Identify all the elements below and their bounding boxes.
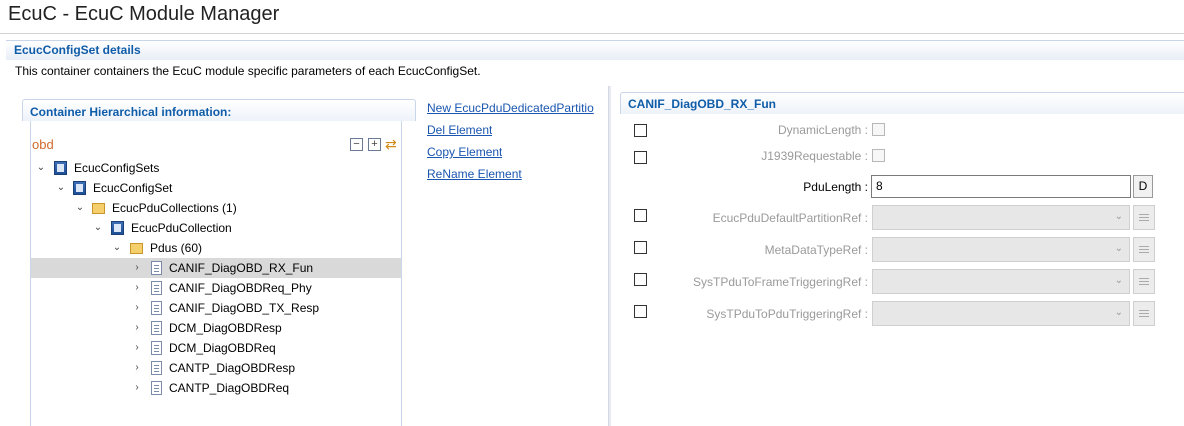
chevron-down-icon[interactable]: ⌄ xyxy=(74,200,86,216)
pdu-triggering-ref-checkbox[interactable] xyxy=(634,305,647,318)
hierarchy-title: Container Hierarchical information: xyxy=(30,105,232,119)
chevron-right-icon[interactable]: › xyxy=(131,320,143,336)
chevron-right-icon[interactable]: › xyxy=(131,380,143,396)
default-partition-ref-checkbox[interactable] xyxy=(634,209,647,222)
tree-item-label: CANIF_DiagOBD_RX_Fun xyxy=(169,261,314,275)
tree-item[interactable]: › DCM_DiagOBDReq xyxy=(31,338,401,358)
tree-item-label: CANTP_DiagOBDResp xyxy=(169,361,296,375)
tree-item[interactable]: › CANTP_DiagOBDResp xyxy=(31,358,401,378)
frame-triggering-ref-select[interactable]: ⌄ xyxy=(872,269,1130,294)
dynamic-length-label: DynamicLength : xyxy=(777,123,868,137)
tree-item-label: Pdus (60) xyxy=(150,241,203,255)
dynamic-length-enable-checkbox[interactable] xyxy=(634,124,647,137)
pdu-length-default-button[interactable]: D xyxy=(1133,175,1153,198)
tree-item-label: EcucPduCollection xyxy=(131,221,232,235)
container-icon xyxy=(54,161,67,175)
tree-item-label: CANIF_DiagOBDReq_Phy xyxy=(169,281,312,295)
tree-item[interactable]: › CANIF_DiagOBD_TX_Resp xyxy=(31,298,401,318)
tree-item-label: DCM_DiagOBDResp xyxy=(169,321,282,335)
document-icon xyxy=(151,301,162,315)
folder-icon xyxy=(130,243,143,254)
tree-item[interactable]: › CANTP_DiagOBDReq xyxy=(31,378,401,398)
tree-item-label: EcucConfigSets xyxy=(74,161,160,175)
pdu-title: CANIF_DiagOBD_RX_Fun xyxy=(628,97,777,111)
chevron-down-icon[interactable]: ⌄ xyxy=(35,160,47,176)
j1939-requestable-enable-checkbox[interactable] xyxy=(634,151,647,164)
chevron-down-icon[interactable]: ⌄ xyxy=(92,220,104,236)
panel-splitter[interactable] xyxy=(608,86,611,426)
tree-item[interactable]: › CANIF_DiagOBDReq_Phy xyxy=(31,278,401,298)
chevron-down-icon: ⌄ xyxy=(1114,211,1123,222)
frame-triggering-ref-label: SysTPduToFrameTriggeringRef : xyxy=(693,275,868,289)
delete-element-link[interactable]: Del Element xyxy=(427,123,492,137)
document-icon xyxy=(151,281,162,295)
chevron-right-icon[interactable]: › xyxy=(131,260,143,276)
document-icon xyxy=(151,361,162,375)
default-partition-ref-select[interactable]: ⌄ xyxy=(872,205,1130,230)
new-element-link[interactable]: New EcucPduDedicatedPartitio xyxy=(427,101,607,115)
tree-item-selected[interactable]: › CANIF_DiagOBD_RX_Fun xyxy=(31,258,401,278)
list-icon[interactable] xyxy=(1133,205,1155,230)
frame-triggering-ref-checkbox[interactable] xyxy=(634,273,647,286)
list-icon[interactable] xyxy=(1133,301,1155,326)
meta-data-type-ref-select[interactable]: ⌄ xyxy=(872,237,1130,262)
chevron-down-icon: ⌄ xyxy=(1114,275,1123,286)
tree-item[interactable]: ⌄ EcucConfigSet xyxy=(31,178,401,198)
container-tree[interactable]: ⌄ EcucConfigSets ⌄ EcucConfigSet ⌄ EcucP… xyxy=(31,158,401,398)
document-icon xyxy=(151,341,162,355)
chevron-right-icon[interactable]: › xyxy=(131,360,143,376)
chevron-right-icon[interactable]: › xyxy=(131,300,143,316)
tree-item-label: CANTP_DiagOBDReq xyxy=(169,381,290,395)
pdu-triggering-ref-select[interactable]: ⌄ xyxy=(872,301,1130,326)
j1939-requestable-label: J1939Requestable : xyxy=(761,149,868,163)
hierarchy-section-header: Container Hierarchical information: xyxy=(22,99,416,121)
tree-item-label: EcucConfigSet xyxy=(93,181,173,195)
chevron-right-icon[interactable]: › xyxy=(131,340,143,356)
details-title: EcucConfigSet details xyxy=(14,43,141,57)
collapse-all-icon[interactable]: − xyxy=(350,138,363,151)
chevron-down-icon[interactable]: ⌄ xyxy=(111,240,123,256)
chevron-right-icon[interactable]: › xyxy=(131,280,143,296)
tree-item-label: CANIF_DiagOBD_TX_Resp xyxy=(169,301,320,315)
expand-all-icon[interactable]: + xyxy=(368,138,381,151)
pdu-length-input[interactable]: 8 xyxy=(871,175,1131,198)
pdu-triggering-ref-label: SysTPduToPduTriggeringRef : xyxy=(706,307,868,321)
sync-icon[interactable]: ⇄ xyxy=(385,136,397,153)
details-section-header: EcucConfigSet details xyxy=(6,40,1184,60)
chevron-down-icon[interactable]: ⌄ xyxy=(55,180,67,196)
folder-icon xyxy=(92,203,105,214)
tree-item-label: EcucPduCollections (1) xyxy=(112,201,237,215)
tree-item-label: DCM_DiagOBDReq xyxy=(169,341,276,355)
chevron-down-icon: ⌄ xyxy=(1114,243,1123,254)
rename-element-link[interactable]: ReName Element xyxy=(427,167,522,181)
pdu-length-label: PduLength : xyxy=(803,180,868,194)
meta-data-type-ref-label: MetaDataTypeRef : xyxy=(764,243,868,257)
document-icon xyxy=(151,381,162,395)
details-description: This container containers the EcuC modul… xyxy=(15,64,481,78)
list-icon[interactable] xyxy=(1133,269,1155,294)
copy-element-link[interactable]: Copy Element xyxy=(427,145,502,159)
tree-item[interactable]: ⌄ EcucPduCollections (1) xyxy=(31,198,401,218)
default-partition-ref-label: EcucPduDefaultPartitionRef : xyxy=(712,211,868,225)
title-divider xyxy=(0,33,1184,34)
container-icon xyxy=(73,181,86,195)
window-title: EcuC - EcuC Module Manager xyxy=(8,3,280,25)
tree-item[interactable]: › DCM_DiagOBDResp xyxy=(31,318,401,338)
pdu-section-header: CANIF_DiagOBD_RX_Fun xyxy=(620,92,1184,114)
tree-item[interactable]: ⌄ Pdus (60) xyxy=(31,238,401,258)
list-icon[interactable] xyxy=(1133,237,1155,262)
j1939-requestable-checkbox[interactable] xyxy=(872,149,885,162)
tree-item[interactable]: ⌄ EcucPduCollection xyxy=(31,218,401,238)
meta-data-type-ref-checkbox[interactable] xyxy=(634,241,647,254)
document-icon xyxy=(151,321,162,335)
tree-item[interactable]: ⌄ EcucConfigSets xyxy=(31,158,401,178)
dynamic-length-checkbox[interactable] xyxy=(872,123,885,136)
container-icon xyxy=(111,221,124,235)
document-icon xyxy=(151,261,162,275)
filter-text[interactable]: obd xyxy=(32,137,54,152)
chevron-down-icon: ⌄ xyxy=(1114,307,1123,318)
